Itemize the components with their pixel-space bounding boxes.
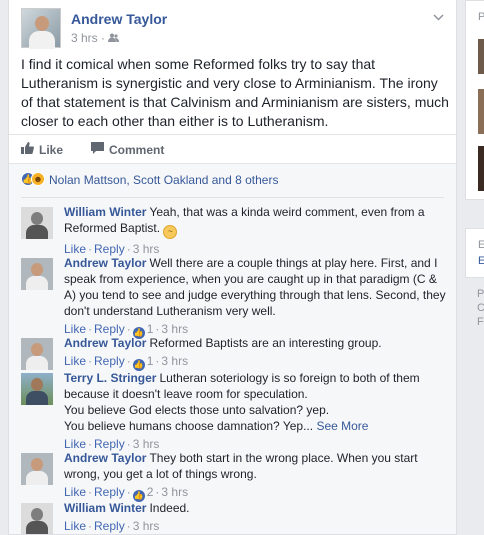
post-actions: Like Comment bbox=[9, 134, 456, 164]
comment-like-button[interactable]: Like bbox=[64, 354, 86, 368]
avatar[interactable] bbox=[21, 373, 53, 405]
haha-reaction-icon: ☻ bbox=[31, 172, 45, 186]
rail-text: P bbox=[478, 11, 484, 23]
comment-timestamp[interactable]: 3 hrs bbox=[133, 242, 160, 256]
comment-reply-button[interactable]: Reply bbox=[94, 437, 125, 451]
rail-thumbnail[interactable] bbox=[478, 89, 484, 134]
comment-button[interactable]: Comment bbox=[91, 142, 164, 157]
author-avatar[interactable] bbox=[21, 8, 61, 49]
comment-author[interactable]: William Winter bbox=[64, 205, 146, 219]
avatar[interactable] bbox=[21, 503, 53, 534]
comment-like-button[interactable]: Like bbox=[64, 322, 86, 336]
comment-reply-button[interactable]: Reply bbox=[94, 322, 125, 336]
avatar[interactable] bbox=[21, 338, 53, 370]
comment-reply-button[interactable]: Reply bbox=[94, 519, 125, 533]
comment-like-button[interactable]: Like bbox=[64, 437, 86, 451]
right-rail: P E E P C F bbox=[465, 0, 484, 535]
comment-reply-button[interactable]: Reply bbox=[94, 354, 125, 368]
comment-author[interactable]: Terry L. Stringer bbox=[64, 371, 156, 385]
chevron-down-icon[interactable] bbox=[433, 12, 444, 24]
post-card: Andrew Taylor 3 hrs · I find it comical … bbox=[8, 0, 457, 535]
comment-text-line: You believe God elects those unto salvat… bbox=[64, 403, 330, 417]
comment-text-line: You believe humans choose damnation? Yep… bbox=[64, 419, 314, 433]
post-meta: 3 hrs · bbox=[71, 31, 120, 45]
like-count[interactable]: 👍 1 bbox=[132, 354, 153, 371]
avatar[interactable] bbox=[21, 453, 53, 485]
comment-text: Indeed. bbox=[149, 501, 190, 515]
rail-thumbnail[interactable] bbox=[478, 39, 484, 74]
comment-timestamp[interactable]: 3 hrs bbox=[161, 354, 188, 368]
rail-link[interactable]: E bbox=[478, 255, 484, 267]
comment-timestamp[interactable]: 3 hrs bbox=[161, 485, 188, 499]
thumbs-up-icon bbox=[21, 142, 34, 157]
comment-reply-button[interactable]: Reply bbox=[94, 242, 125, 256]
like-button[interactable]: Like bbox=[21, 142, 63, 157]
rail-text: F bbox=[477, 316, 484, 328]
comment-like-button[interactable]: Like bbox=[64, 242, 86, 256]
comment-author[interactable]: Andrew Taylor bbox=[64, 336, 146, 350]
rail-card: E E bbox=[465, 228, 484, 278]
comment-like-button[interactable]: Like bbox=[64, 519, 86, 533]
rail-text: E bbox=[478, 239, 484, 251]
rail-thumbnail[interactable] bbox=[478, 146, 484, 191]
comment-author[interactable]: Andrew Taylor bbox=[64, 256, 146, 270]
like-count[interactable]: 👍 1 bbox=[132, 322, 153, 339]
avatar[interactable] bbox=[21, 207, 53, 239]
avatar[interactable] bbox=[21, 258, 53, 290]
comment-text: Reformed Baptists are an interesting gro… bbox=[149, 336, 382, 350]
see-more-link[interactable]: See More bbox=[316, 419, 368, 433]
comment-reply-button[interactable]: Reply bbox=[94, 485, 125, 499]
comment-timestamp[interactable]: 3 hrs bbox=[133, 519, 160, 533]
friends-icon[interactable] bbox=[108, 31, 120, 45]
like-count[interactable]: 👍 2 bbox=[132, 485, 153, 502]
post-text: I find it comical when some Reformed fol… bbox=[21, 56, 449, 129]
divider bbox=[21, 197, 444, 198]
comment-icon bbox=[91, 142, 104, 157]
post-author-name[interactable]: Andrew Taylor bbox=[71, 11, 167, 27]
comment-timestamp[interactable]: 3 hrs bbox=[133, 437, 160, 451]
rail-text: C bbox=[477, 302, 484, 314]
rail-card: P bbox=[465, 0, 484, 200]
confused-face-emoji-icon: ~ bbox=[163, 225, 178, 239]
post-timestamp[interactable]: 3 hrs bbox=[71, 31, 98, 45]
comment-author[interactable]: William Winter bbox=[64, 501, 146, 515]
rail-text: P bbox=[477, 288, 484, 300]
reaction-names[interactable]: Nolan Mattson, Scott Oakland and 8 other… bbox=[49, 173, 278, 187]
post-header: Andrew Taylor 3 hrs · bbox=[21, 8, 446, 49]
comments-section: 👍 ☻ Nolan Mattson, Scott Oakland and 8 o… bbox=[9, 164, 456, 534]
comment-timestamp[interactable]: 3 hrs bbox=[161, 322, 188, 336]
comment-like-button[interactable]: Like bbox=[64, 485, 86, 499]
comment-author[interactable]: Andrew Taylor bbox=[64, 451, 146, 465]
